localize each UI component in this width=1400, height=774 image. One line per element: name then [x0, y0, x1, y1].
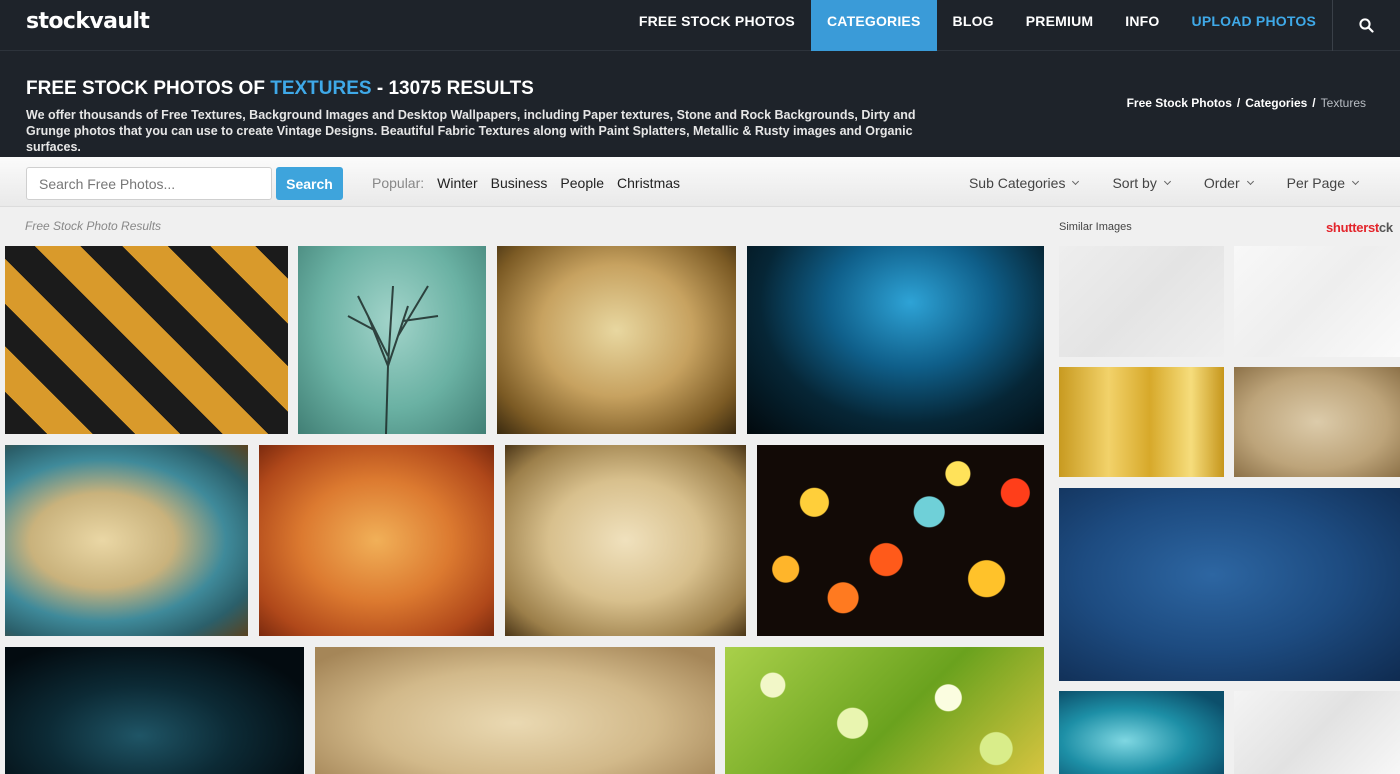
site-logo[interactable]: stockvault — [26, 9, 150, 34]
photo-thumbnail[interactable] — [259, 445, 494, 636]
breadcrumb-separator: / — [1312, 96, 1316, 110]
nav-info[interactable]: INFO — [1109, 0, 1175, 51]
filter-sort-by[interactable]: Sort by — [1112, 175, 1171, 191]
popular-tags: Popular: Winter Business People Christma… — [372, 175, 693, 191]
chevron-down-icon — [1163, 177, 1171, 186]
nav-search-button[interactable] — [1332, 0, 1400, 51]
nav-blog[interactable]: BLOG — [937, 0, 1010, 51]
filter-order[interactable]: Order — [1203, 175, 1254, 191]
nav-links: FREE STOCK PHOTOS CATEGORIES BLOG PREMIU… — [623, 0, 1332, 51]
category-header: FREE STOCK PHOTOS OF TEXTURES - 13075 RE… — [0, 51, 1400, 157]
similar-image[interactable] — [1234, 691, 1400, 774]
photo-thumbnail[interactable] — [497, 246, 736, 434]
shutterstock-logo[interactable]: shutterstck — [1326, 220, 1393, 235]
nav-categories[interactable]: CATEGORIES — [810, 0, 937, 51]
search-icon — [1359, 18, 1374, 33]
results-label: Free Stock Photo Results — [25, 219, 162, 233]
breadcrumb-separator: / — [1236, 96, 1241, 110]
chevron-down-icon — [1246, 177, 1254, 186]
chevron-down-icon — [1351, 177, 1360, 186]
photo-thumbnail[interactable] — [725, 647, 1044, 774]
popular-tag-people[interactable]: People — [560, 175, 604, 191]
brand-part: shutterst — [1326, 220, 1379, 235]
popular-tag-business[interactable]: Business — [491, 175, 548, 191]
photo-thumbnail[interactable] — [757, 445, 1044, 636]
photo-thumbnail[interactable] — [747, 246, 1044, 434]
tree-silhouette — [347, 285, 439, 434]
similar-image[interactable] — [1059, 488, 1400, 681]
similar-image[interactable] — [1059, 367, 1224, 477]
nav-upload-photos[interactable]: UPLOAD PHOTOS — [1176, 0, 1332, 51]
chevron-down-icon — [1072, 177, 1080, 186]
nav-free-stock-photos[interactable]: FREE STOCK PHOTOS — [623, 0, 811, 51]
filter-label: Order — [1203, 175, 1240, 191]
filter-label: Sub Categories — [968, 175, 1066, 191]
page-title: FREE STOCK PHOTOS OF TEXTURES - 13075 RE… — [26, 78, 534, 100]
brand-part: ck — [1378, 220, 1393, 235]
filter-per-page[interactable]: Per Page — [1286, 175, 1360, 191]
filter-label: Per Page — [1286, 175, 1345, 191]
search-button[interactable]: Search — [276, 167, 343, 200]
title-suffix: - 13075 RESULTS — [376, 78, 534, 99]
photo-thumbnail[interactable] — [505, 445, 746, 636]
title-highlight: TEXTURES — [270, 78, 372, 99]
search-toolbar: Search Popular: Winter Business People C… — [0, 157, 1400, 207]
popular-label: Popular: — [372, 175, 425, 191]
search-input[interactable] — [26, 167, 272, 200]
nav-premium[interactable]: PREMIUM — [1010, 0, 1110, 51]
breadcrumb-home[interactable]: Free Stock Photos — [1127, 96, 1232, 110]
category-description: We offer thousands of Free Textures, Bac… — [26, 108, 916, 154]
title-prefix: FREE STOCK PHOTOS OF — [26, 78, 265, 99]
breadcrumb-current: Textures — [1320, 96, 1366, 110]
breadcrumb: Free Stock Photos / Categories / Textures — [1127, 96, 1366, 110]
breadcrumb-categories[interactable]: Categories — [1245, 96, 1307, 110]
photo-thumbnail[interactable] — [5, 246, 288, 434]
photo-thumbnail[interactable] — [298, 246, 486, 434]
filter-sub-categories[interactable]: Sub Categories — [968, 175, 1080, 191]
popular-tag-christmas[interactable]: Christmas — [617, 175, 680, 191]
popular-tag-winter[interactable]: Winter — [437, 175, 477, 191]
top-nav: stockvault FREE STOCK PHOTOS CATEGORIES … — [0, 0, 1400, 51]
photo-thumbnail[interactable] — [5, 445, 248, 636]
similar-image[interactable] — [1234, 246, 1400, 357]
similar-image[interactable] — [1059, 246, 1224, 357]
similar-images-label: Similar Images — [1059, 221, 1132, 233]
filter-dropdowns: Sub Categories Sort by Order Per Page — [935, 175, 1360, 191]
similar-image[interactable] — [1059, 691, 1224, 774]
photo-thumbnail[interactable] — [315, 647, 715, 774]
similar-image[interactable] — [1234, 367, 1400, 477]
photo-thumbnail[interactable] — [5, 647, 304, 774]
filter-label: Sort by — [1112, 175, 1157, 191]
